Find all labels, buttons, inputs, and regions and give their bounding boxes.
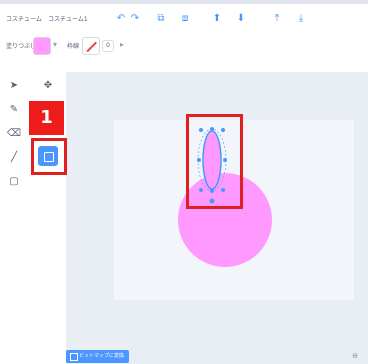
zoom-icon[interactable]: ⊖ <box>352 352 358 360</box>
bottom-bar: ビットマップに変換 ⊖ <box>66 348 368 364</box>
callout-tool-highlight <box>31 138 67 175</box>
convert-to-bitmap-button[interactable]: ビットマップに変換 <box>66 350 130 363</box>
callout-shape-highlight <box>186 114 243 209</box>
callout-number-badge: 1 <box>29 101 64 135</box>
canvas-shapes <box>178 127 272 267</box>
